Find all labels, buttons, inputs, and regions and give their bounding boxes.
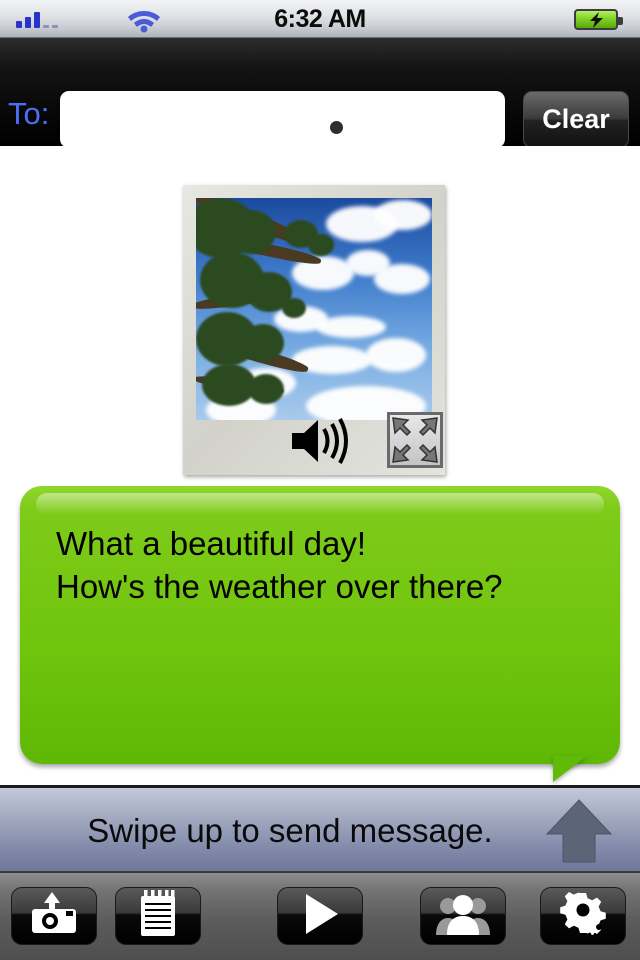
photo-attachment[interactable] [183, 185, 445, 475]
clear-button[interactable]: Clear [523, 91, 629, 148]
play-button[interactable] [277, 887, 363, 945]
page-indicator[interactable] [0, 121, 640, 134]
page-dot-inactive[interactable] [330, 121, 343, 134]
photo-image [196, 198, 432, 420]
page-dot-active[interactable] [297, 121, 310, 134]
message-content-area: What a beautiful day! How's the weather … [0, 146, 640, 785]
message-bubble[interactable]: What a beautiful day! How's the weather … [20, 486, 620, 764]
battery-charging-icon [574, 9, 623, 30]
status-bar-clock: 6:32 AM [274, 4, 366, 33]
app-root: 6:32 AM To: Clear What a beautiful day! … [0, 0, 640, 960]
speaker-icon[interactable] [290, 417, 350, 465]
play-icon [300, 892, 340, 941]
camera-upload-icon [28, 891, 80, 941]
notepad-icon [138, 889, 178, 943]
expand-arrows-icon[interactable] [387, 412, 443, 468]
bottom-toolbar [0, 873, 640, 960]
bubble-tail [553, 756, 587, 782]
swipe-label: Swipe up to send message. [87, 811, 493, 849]
arrow-up-icon[interactable] [545, 796, 613, 866]
camera-upload-button[interactable] [11, 887, 97, 945]
contacts-icon [435, 893, 491, 940]
status-bar: 6:32 AM [0, 0, 640, 38]
gears-icon [558, 891, 608, 942]
swipe-to-send-bar[interactable]: Swipe up to send message. [0, 785, 640, 873]
to-input[interactable] [60, 91, 505, 148]
settings-button[interactable] [540, 887, 626, 945]
notepad-button[interactable] [115, 887, 201, 945]
contacts-button[interactable] [420, 887, 506, 945]
message-text: What a beautiful day! How's the weather … [56, 525, 503, 606]
